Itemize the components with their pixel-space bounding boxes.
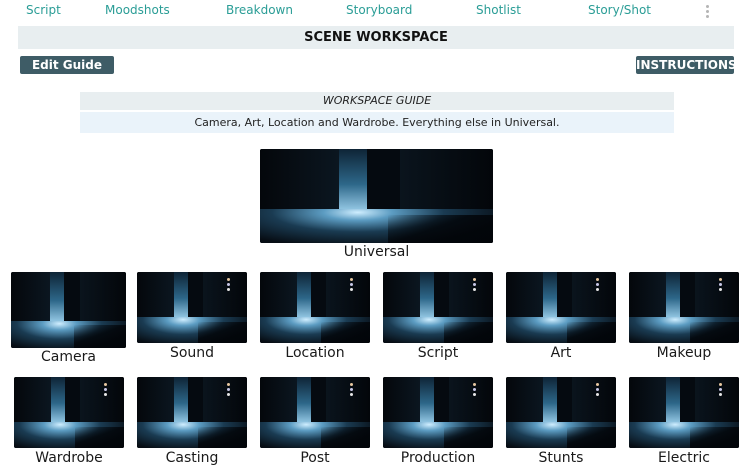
script-scene-thumbnail[interactable] [383,272,493,343]
workspace-guide-heading: WORKSPACE GUIDE [80,92,674,110]
wardrobe-scene-thumbnail[interactable] [14,377,124,448]
department-label-production: Production [400,450,476,466]
nav-moodshots[interactable]: Moodshots [105,3,170,17]
sound-scene-thumbnail[interactable] [137,272,247,343]
department-label-camera: Camera [41,349,96,365]
department-label-wardrobe: Wardrobe [35,450,103,466]
top-nav: Script Moodshots Breakdown Storyboard Sh… [0,0,750,22]
camera-scene-thumbnail[interactable] [11,272,126,348]
more-options-icon[interactable] [473,278,477,293]
nav-script[interactable]: Script [26,3,61,17]
department-label-makeup: Makeup [656,345,712,361]
more-options-icon[interactable] [473,383,477,398]
department-label-post: Post [300,450,330,466]
nav-storyboard[interactable]: Storyboard [346,3,412,17]
universal-scene-thumbnail[interactable] [260,149,493,243]
more-options-icon[interactable] [104,383,108,398]
department-label-casting: Casting [165,450,219,466]
more-options-icon[interactable] [719,383,723,398]
nav-story-shot[interactable]: Story/Shot [588,3,651,17]
page-title: SCENE WORKSPACE [18,26,734,49]
edit-guide-button[interactable]: Edit Guide [20,56,114,74]
workspace-guide-text: Camera, Art, Location and Wardrobe. Ever… [80,112,674,133]
more-options-icon[interactable] [350,383,354,398]
instructions-button[interactable]: INSTRUCTIONS [636,56,737,74]
art-scene-thumbnail[interactable] [506,272,616,343]
department-label-art: Art [550,345,572,361]
location-scene-thumbnail[interactable] [260,272,370,343]
more-options-icon[interactable] [227,383,231,398]
more-options-icon[interactable] [719,278,723,293]
more-options-icon[interactable] [596,278,600,293]
electric-scene-thumbnail[interactable] [629,377,739,448]
nav-shotlist[interactable]: Shotlist [476,3,521,17]
casting-scene-thumbnail[interactable] [137,377,247,448]
nav-breakdown[interactable]: Breakdown [226,3,293,17]
makeup-scene-thumbnail[interactable] [629,272,739,343]
kebab-menu-icon[interactable] [705,5,711,19]
department-label-electric: Electric [658,450,710,466]
production-scene-thumbnail[interactable] [383,377,493,448]
more-options-icon[interactable] [596,383,600,398]
department-label-script: Script [417,345,459,361]
more-options-icon[interactable] [227,278,231,293]
post-scene-thumbnail[interactable] [260,377,370,448]
department-label-sound: Sound [169,345,215,361]
department-label-location: Location [285,345,345,361]
more-options-icon[interactable] [350,278,354,293]
stunts-scene-thumbnail[interactable] [506,377,616,448]
universal-label: Universal [343,244,410,260]
department-label-stunts: Stunts [538,450,584,466]
